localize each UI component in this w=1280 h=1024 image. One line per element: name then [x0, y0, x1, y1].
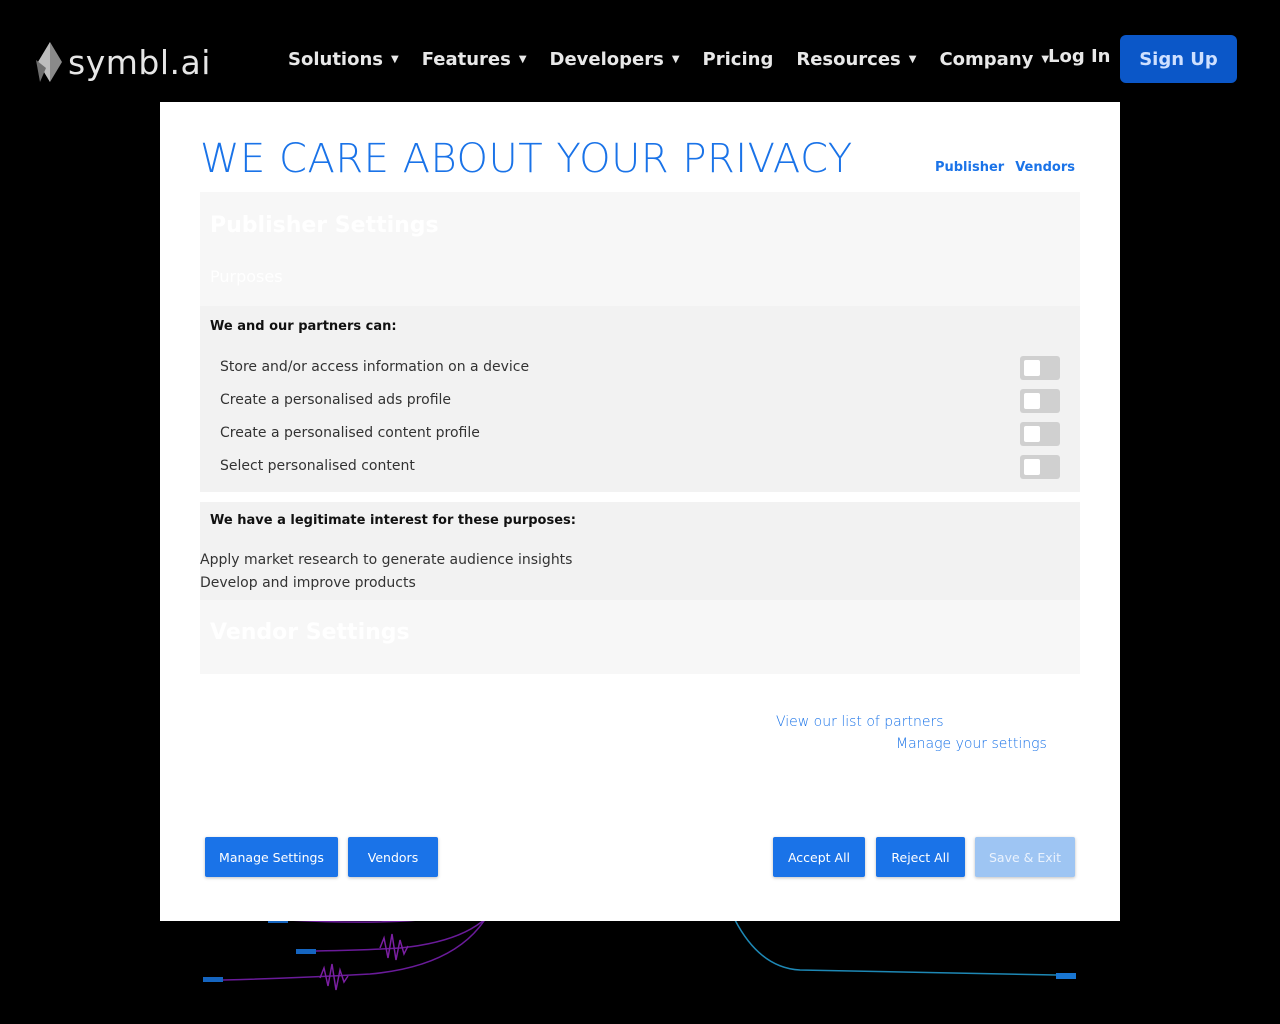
purpose-row: Store and/or access information on a dev… [220, 352, 1060, 385]
nav-item-resources[interactable]: Resources ▼ [796, 49, 916, 70]
toggle-knob [1024, 393, 1040, 409]
nav-item-label: Pricing [702, 48, 774, 70]
reject-all-button[interactable]: Reject All [876, 837, 965, 877]
login-link[interactable]: Log In [1048, 46, 1111, 67]
purpose-label: Select personalised content [220, 458, 415, 474]
vendor-settings-title: Vendor Settings [210, 620, 410, 645]
toggle-knob [1024, 426, 1040, 442]
nav-item-company[interactable]: Company ▼ [939, 49, 1049, 70]
publisher-link[interactable]: Publisher [935, 160, 1004, 175]
nav-item-label: Features [421, 48, 511, 70]
toggle-knob [1024, 459, 1040, 475]
legitimate-interest-item: Develop and improve products [200, 575, 416, 591]
view-partners-link[interactable]: View our list of partners [776, 714, 944, 730]
vendors-button[interactable]: Vendors [348, 837, 438, 877]
symbl-logo-icon [36, 42, 62, 82]
manage-settings-link[interactable]: Manage your settings [896, 736, 1047, 752]
purpose-row: Create a personalised content profile [220, 418, 1060, 451]
vendors-link[interactable]: Vendors [1015, 160, 1075, 175]
caret-down-icon: ▼ [671, 53, 680, 65]
purpose-label: Store and/or access information on a dev… [220, 359, 530, 375]
purpose-toggle[interactable] [1020, 455, 1060, 479]
signup-button[interactable]: Sign Up [1120, 35, 1237, 83]
nav-item-pricing[interactable]: Pricing [703, 49, 774, 70]
nav-item-label: Company [939, 48, 1034, 70]
logo-text: symbl.ai [68, 42, 211, 82]
modal-top-links: Publisher Vendors [935, 160, 1075, 175]
nav-item-developers[interactable]: Developers ▼ [550, 49, 680, 70]
privacy-modal: WE CARE ABOUT YOUR PRIVACY Publisher Ven… [160, 102, 1120, 921]
main-nav: Solutions ▼ Features ▼ Developers ▼ Pric… [288, 44, 1072, 74]
legitimate-interest-section: We have a legitimate interest for these … [200, 502, 1080, 600]
site-header: symbl.ai Solutions ▼ Features ▼ Develope… [0, 0, 1280, 110]
nav-item-label: Resources [796, 48, 901, 70]
partners-heading: We and our partners can: [210, 319, 397, 334]
nav-item-label: Solutions [288, 48, 383, 70]
nav-item-features[interactable]: Features ▼ [422, 49, 527, 70]
purposes-subtitle: Purposes [210, 267, 283, 286]
purpose-label: Create a personalised ads profile [220, 392, 452, 408]
purpose-toggle[interactable] [1020, 356, 1060, 380]
purpose-row: Create a personalised ads profile [220, 385, 1060, 418]
accept-all-button[interactable]: Accept All [773, 837, 865, 877]
publisher-settings-title: Publisher Settings [210, 213, 439, 238]
modal-title: WE CARE ABOUT YOUR PRIVACY [200, 136, 853, 182]
publisher-settings-section: Publisher Settings Purposes [200, 192, 1080, 306]
logo[interactable]: symbl.ai [36, 40, 211, 84]
save-exit-button[interactable]: Save & Exit [975, 837, 1075, 877]
nav-item-label: Developers [549, 48, 664, 70]
purpose-toggle[interactable] [1020, 389, 1060, 413]
vendor-settings-section: Vendor Settings [200, 600, 1080, 674]
caret-down-icon: ▼ [518, 53, 527, 65]
toggle-knob [1024, 360, 1040, 376]
purpose-label: Create a personalised content profile [220, 425, 480, 441]
caret-down-icon: ▼ [908, 53, 917, 65]
purpose-row: Select personalised content [220, 451, 1060, 484]
manage-settings-button[interactable]: Manage Settings [205, 837, 338, 877]
nav-item-solutions[interactable]: Solutions ▼ [288, 49, 399, 70]
purpose-toggle[interactable] [1020, 422, 1060, 446]
legitimate-interest-item: Apply market research to generate audien… [200, 552, 573, 568]
caret-down-icon: ▼ [390, 53, 399, 65]
purposes-list: We and our partners can: Store and/or ac… [200, 306, 1080, 492]
legitimate-interest-heading: We have a legitimate interest for these … [210, 513, 576, 528]
